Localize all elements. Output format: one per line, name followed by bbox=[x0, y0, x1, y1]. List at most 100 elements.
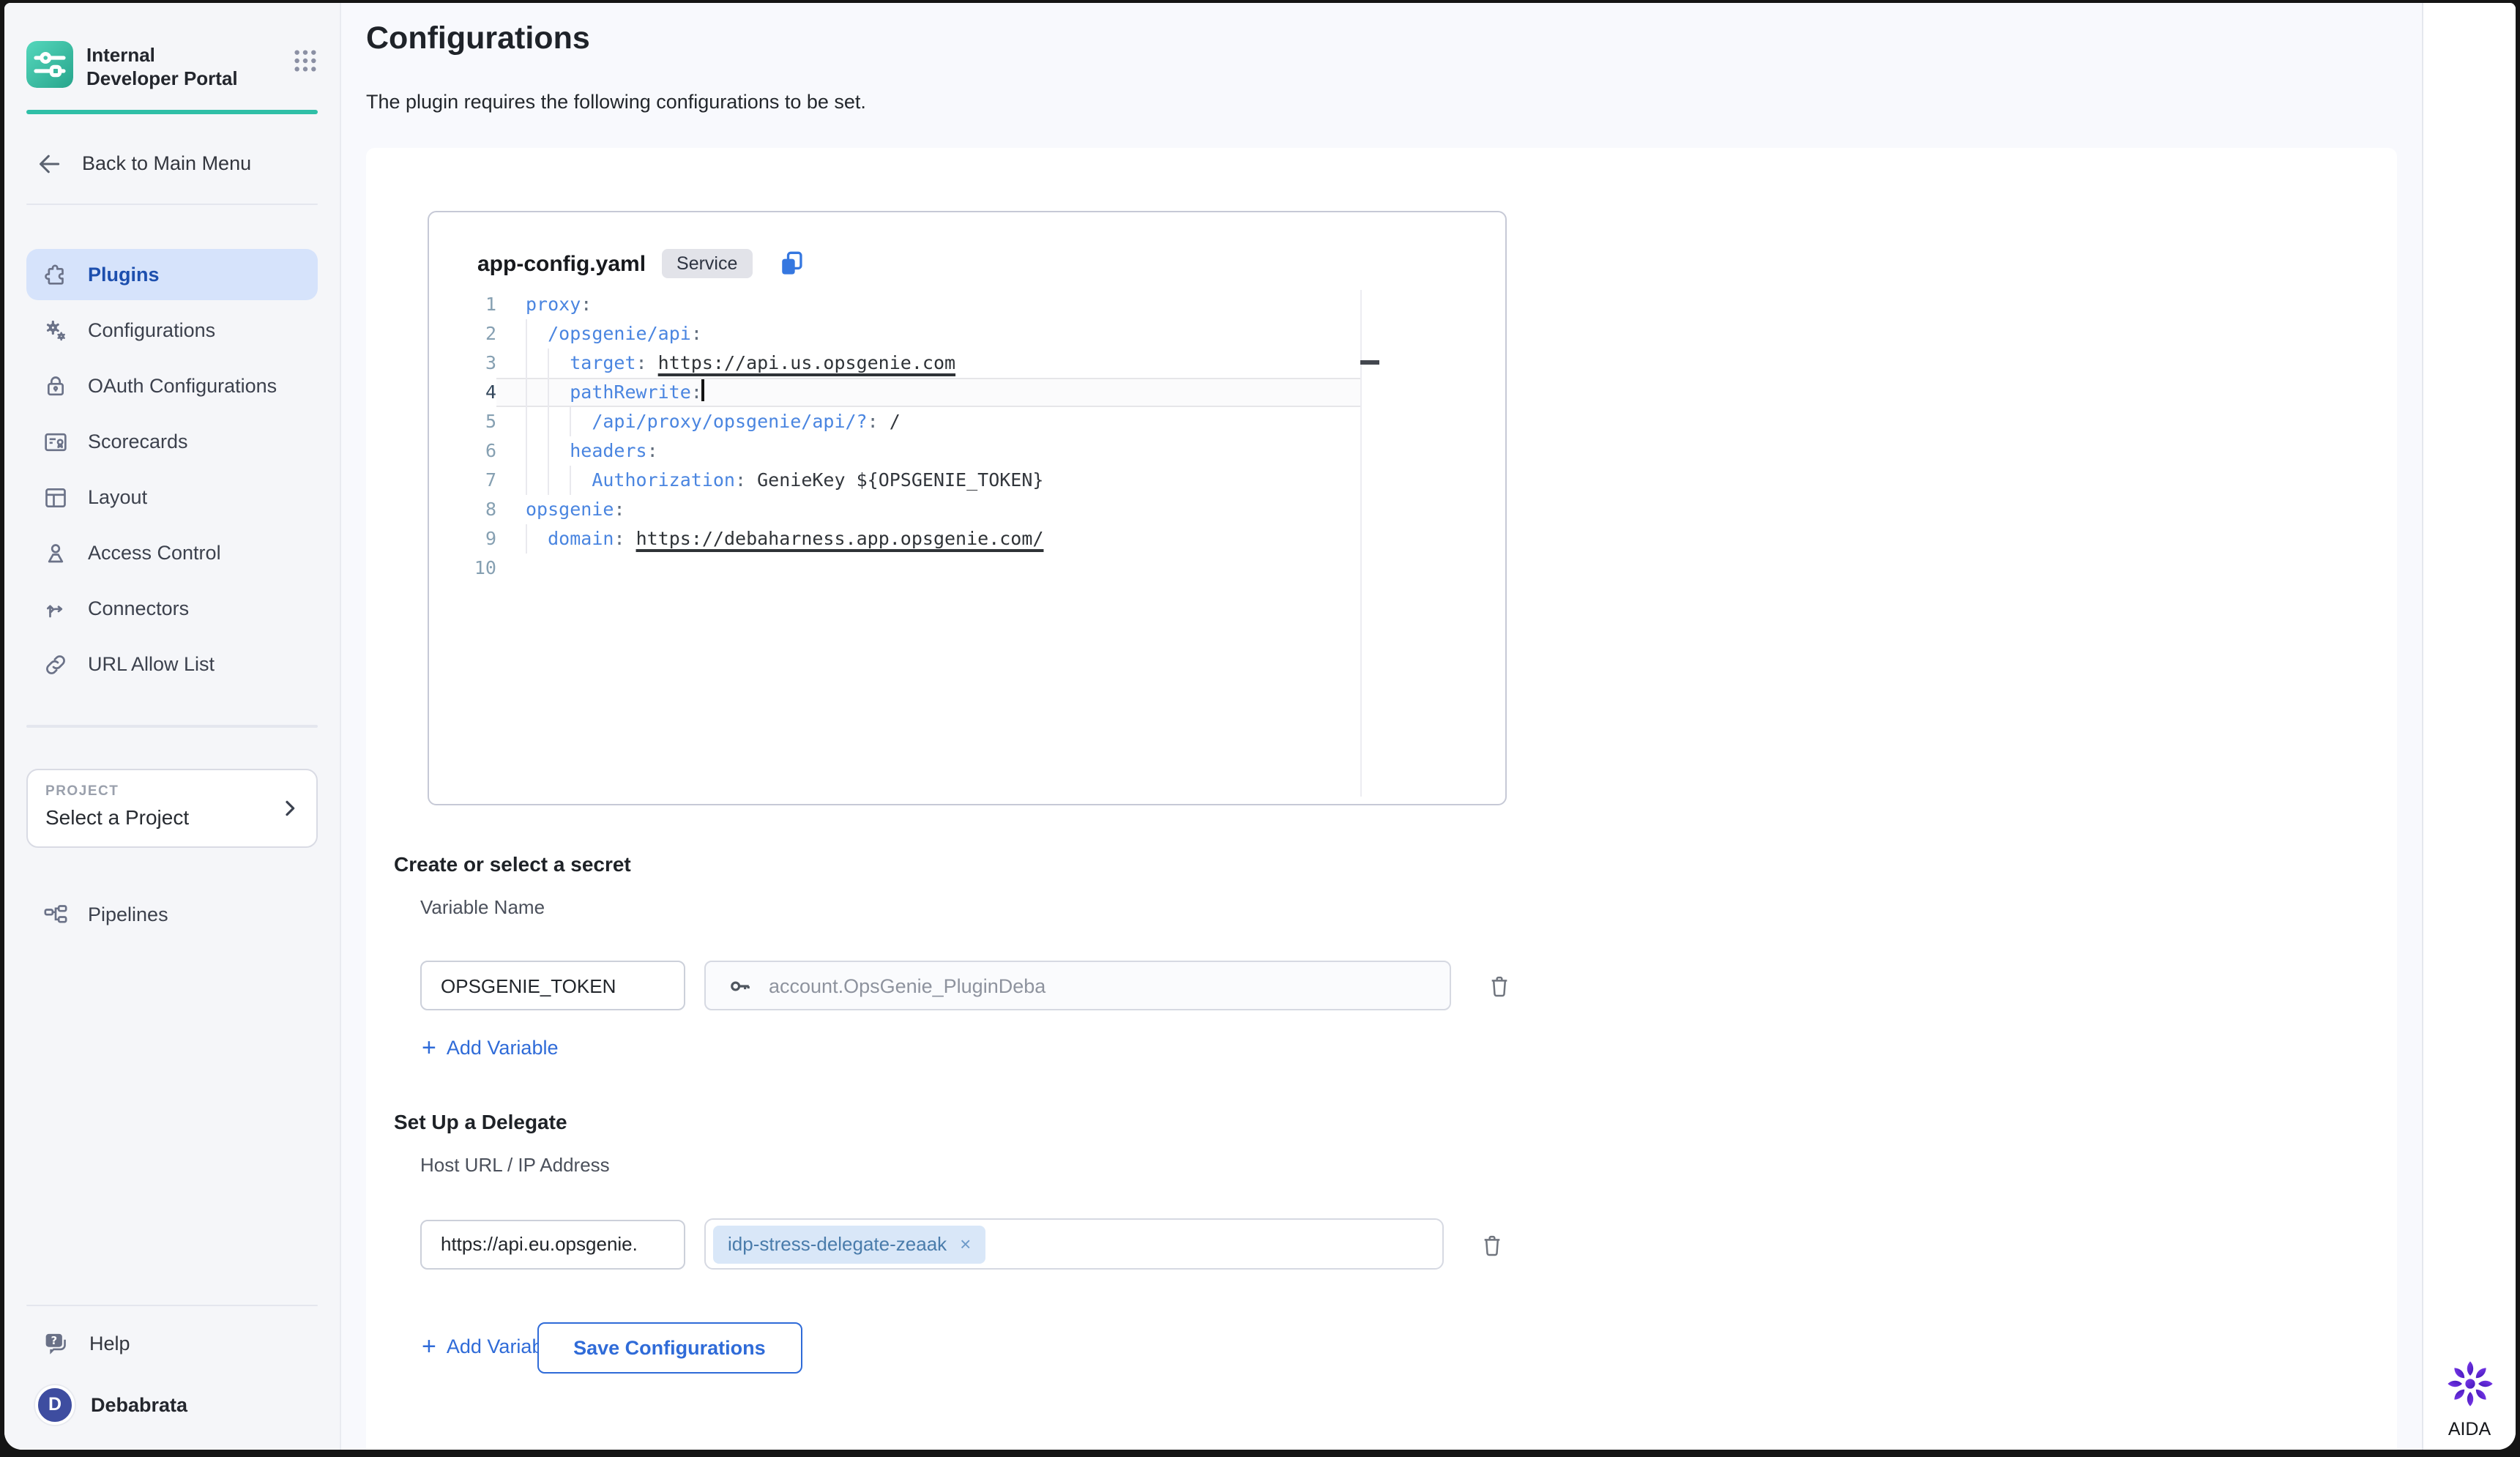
secret-value: account.OpsGenie_PluginDeba bbox=[769, 975, 1045, 996]
line-number: 9 bbox=[429, 524, 496, 554]
brand-title: Internal Developer Portal bbox=[86, 41, 250, 90]
code-line-7[interactable]: Authorization: GenieKey ${OPSGENIE_TOKEN… bbox=[496, 466, 1360, 495]
arrow-left-icon bbox=[35, 149, 64, 178]
overview-ruler-cursor-mark bbox=[1360, 360, 1379, 365]
sidebar-item-pipelines[interactable]: Pipelines bbox=[26, 890, 318, 939]
apps-grid-icon[interactable] bbox=[293, 41, 318, 73]
scorecard-icon bbox=[41, 427, 70, 456]
line-number: 1 bbox=[429, 290, 496, 319]
aida-flower-icon bbox=[2439, 1353, 2500, 1415]
plus-icon: + bbox=[422, 1334, 436, 1359]
delete-delegate-row-icon[interactable] bbox=[1477, 1229, 1507, 1259]
sidebar-item-access-control[interactable]: Access Control bbox=[26, 527, 318, 578]
sidebar-item-oauth-configurations[interactable]: OAuth Configurations bbox=[26, 360, 318, 411]
sidebar-item-label: URL Allow List bbox=[88, 653, 215, 675]
desktop-background: Internal Developer Portal Back to Main M… bbox=[0, 0, 2520, 1457]
sidebar-item-label: Layout bbox=[88, 486, 147, 508]
save-configurations-button[interactable]: Save Configurations bbox=[537, 1322, 802, 1374]
pipelines-label: Pipelines bbox=[88, 903, 168, 925]
brand-accent-rule bbox=[26, 109, 318, 113]
divider bbox=[26, 203, 318, 205]
sidebar-item-scorecards[interactable]: Scorecards bbox=[26, 416, 318, 467]
sidebar-item-layout[interactable]: Layout bbox=[26, 472, 318, 523]
add-variable-secret[interactable]: + Add Variable bbox=[422, 1035, 559, 1060]
code-line-3[interactable]: target: https://api.us.opsgenie.com bbox=[496, 349, 1360, 378]
sidebar-item-label: Plugins bbox=[88, 264, 160, 286]
help-button[interactable]: ? Help bbox=[26, 1318, 318, 1368]
delete-secret-row-icon[interactable] bbox=[1485, 971, 1514, 1000]
line-number: 5 bbox=[429, 407, 496, 436]
code-line-6[interactable]: headers: bbox=[496, 436, 1360, 466]
user-menu[interactable]: D Debabrata bbox=[26, 1376, 318, 1432]
code-line-9[interactable]: domain: https://debaharness.app.opsgenie… bbox=[496, 524, 1360, 554]
line-number: 4 bbox=[429, 378, 496, 407]
right-rail: AIDA bbox=[2422, 3, 2516, 1450]
sidebar-item-label: Scorecards bbox=[88, 431, 188, 452]
line-number: 6 bbox=[429, 436, 496, 466]
sidebar-item-label: Configurations bbox=[88, 319, 215, 341]
file-name: app-config.yaml bbox=[477, 251, 646, 276]
aida-assistant-button[interactable]: AIDA bbox=[2423, 1353, 2516, 1439]
gears-icon bbox=[41, 316, 70, 345]
secret-row: account.OpsGenie_PluginDeba bbox=[420, 961, 2397, 1010]
secret-section-title: Create or select a secret bbox=[394, 852, 2397, 876]
line-number: 7 bbox=[429, 466, 496, 495]
layout-icon bbox=[41, 482, 70, 512]
sidebar-item-url-allow-list[interactable]: URL Allow List bbox=[26, 638, 318, 690]
delegate-tag-label: idp-stress-delegate-zeaak bbox=[728, 1233, 947, 1255]
portal-logo-icon bbox=[26, 41, 73, 88]
code-line-4[interactable]: pathRewrite: bbox=[496, 378, 1360, 407]
text-cursor bbox=[702, 379, 704, 401]
back-to-main-menu[interactable]: Back to Main Menu bbox=[26, 137, 318, 190]
host-url-input[interactable] bbox=[420, 1219, 685, 1269]
help-label: Help bbox=[89, 1332, 130, 1354]
sidebar-item-label: Connectors bbox=[88, 597, 189, 619]
code-lines[interactable]: proxy: /opsgenie/api: target: https://ap… bbox=[496, 290, 1362, 797]
code-line-1[interactable]: proxy: bbox=[496, 290, 1360, 319]
delegate-row: idp-stress-delegate-zeaak × bbox=[420, 1218, 2397, 1270]
code-line-5[interactable]: /api/proxy/opsgenie/api/?: / bbox=[496, 407, 1360, 436]
lock-icon bbox=[41, 371, 70, 400]
delegate-tag: idp-stress-delegate-zeaak × bbox=[713, 1225, 985, 1263]
connectors-icon bbox=[41, 594, 70, 623]
copy-icon[interactable] bbox=[775, 247, 808, 280]
help-chat-icon: ? bbox=[41, 1327, 72, 1358]
code-line-10[interactable] bbox=[496, 554, 1360, 583]
line-number: 8 bbox=[429, 495, 496, 524]
project-label: PROJECT bbox=[45, 783, 299, 799]
add-variable-label: Add Variable bbox=[447, 1037, 559, 1059]
project-selector[interactable]: PROJECT Select a Project bbox=[26, 768, 318, 847]
sidebar-item-plugins[interactable]: Plugins bbox=[26, 249, 318, 300]
chevron-right-icon bbox=[278, 796, 302, 819]
code-editor[interactable]: 12345678910 proxy: /opsgenie/api: target… bbox=[429, 290, 1505, 797]
divider bbox=[26, 725, 318, 727]
service-badge: Service bbox=[662, 249, 752, 278]
page-subtitle: The plugin requires the following config… bbox=[366, 91, 2397, 113]
key-icon bbox=[726, 972, 754, 999]
avatar: D bbox=[35, 1385, 75, 1424]
code-line-2[interactable]: /opsgenie/api: bbox=[496, 319, 1360, 349]
sidebar: Internal Developer Portal Back to Main M… bbox=[4, 3, 341, 1450]
editor-header: app-config.yaml Service bbox=[429, 212, 1505, 281]
host-url-label: Host URL / IP Address bbox=[420, 1154, 2397, 1176]
project-value: Select a Project bbox=[45, 805, 299, 828]
main-content: Configurations The plugin requires the f… bbox=[341, 3, 2422, 1450]
brand: Internal Developer Portal bbox=[26, 41, 318, 90]
secret-select[interactable]: account.OpsGenie_PluginDeba bbox=[704, 961, 1451, 1010]
aida-label: AIDA bbox=[2448, 1419, 2491, 1439]
variable-name-input[interactable] bbox=[420, 961, 685, 1010]
svg-text:?: ? bbox=[51, 1333, 58, 1346]
puzzle-icon bbox=[41, 260, 70, 289]
yaml-editor-card: app-config.yaml Service 12345678910 prox… bbox=[428, 211, 1507, 805]
remove-tag-icon[interactable]: × bbox=[960, 1234, 971, 1253]
link-icon bbox=[41, 649, 70, 679]
delegate-section-title: Set Up a Delegate bbox=[394, 1110, 2397, 1133]
delegate-tags-field[interactable]: idp-stress-delegate-zeaak × bbox=[704, 1218, 1444, 1270]
line-numbers: 12345678910 bbox=[429, 290, 496, 797]
code-line-8[interactable]: opsgenie: bbox=[496, 495, 1360, 524]
sidebar-item-label: Access Control bbox=[88, 542, 221, 564]
configuration-panel: app-config.yaml Service 12345678910 prox… bbox=[366, 148, 2397, 1450]
sidebar-item-connectors[interactable]: Connectors bbox=[26, 583, 318, 634]
sidebar-item-configurations[interactable]: Configurations bbox=[26, 305, 318, 356]
line-number: 2 bbox=[429, 319, 496, 349]
